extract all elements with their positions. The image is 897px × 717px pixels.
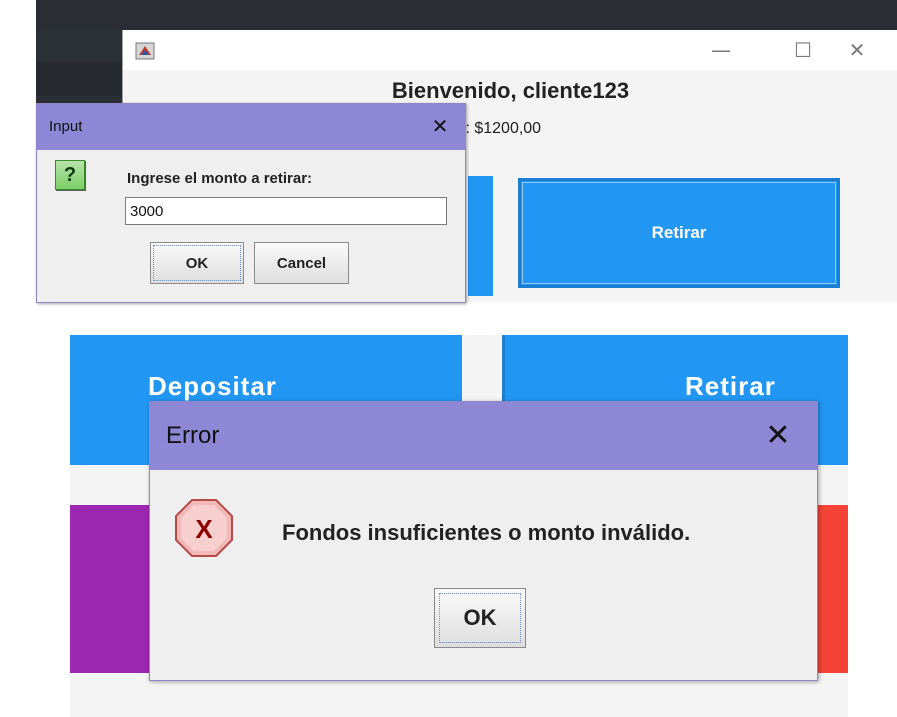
minimize-button[interactable]: — [701, 36, 741, 64]
depositar-button-label: Depositar [148, 371, 277, 401]
input-prompt-label: Ingrese el monto a retirar: [127, 170, 313, 187]
maximize-button[interactable]: ☐ [783, 36, 823, 64]
error-dialog-title: Error [166, 422, 220, 449]
main-window-titlebar: — ☐ ✕ [123, 30, 897, 70]
input-dialog-titlebar: Input ✕ [37, 104, 465, 150]
error-icon-glyph: X [195, 514, 213, 544]
java-app-icon [135, 42, 155, 60]
input-cancel-button[interactable]: Cancel [254, 242, 349, 284]
background-window-band [36, 62, 122, 96]
question-icon: ? [55, 160, 85, 190]
depositar-button-partial[interactable] [468, 176, 493, 296]
error-stop-icon: X [175, 499, 233, 557]
input-ok-button[interactable]: OK [150, 242, 244, 284]
error-message: Fondos insuficientes o monto inválido. [282, 520, 691, 545]
error-dialog-close-button[interactable]: ✕ [760, 416, 796, 456]
retirar-button-label: Retirar [651, 223, 707, 242]
amount-input[interactable] [125, 197, 447, 225]
welcome-heading: Bienvenido, cliente123 [391, 78, 630, 103]
desktop-background-strip [36, 0, 897, 30]
close-window-button[interactable]: ✕ [837, 36, 877, 64]
retirar-button[interactable]: Retirar [518, 178, 840, 288]
input-dialog: Input ✕ ? Ingrese el monto a retirar: OK… [36, 103, 466, 303]
retirar-button-large-label: Retirar [685, 371, 776, 401]
error-ok-button[interactable]: OK [434, 588, 526, 648]
error-dialog: Error ✕ X Fondos insuficientes o monto i… [149, 401, 818, 681]
error-dialog-titlebar: Error ✕ [150, 402, 817, 470]
input-dialog-title: Input [49, 118, 83, 135]
input-dialog-close-button[interactable]: ✕ [427, 112, 453, 140]
balance-label: lo: $1200,00 [453, 120, 542, 137]
